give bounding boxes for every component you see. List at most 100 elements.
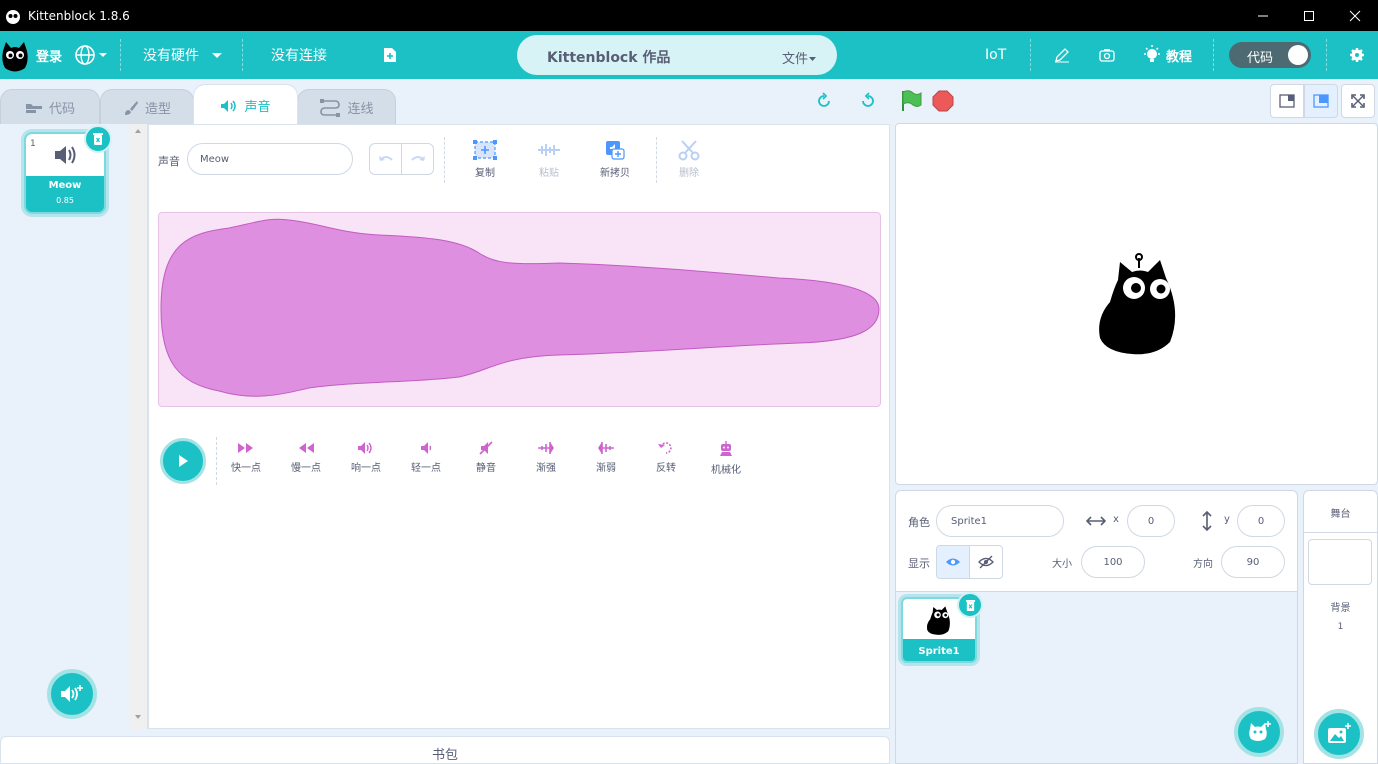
minimize-button[interactable] [1240,0,1286,31]
minimize-icon [1258,15,1268,16]
eye-off-icon [978,555,994,569]
eye-icon [946,558,960,566]
tutorial-label: 教程 [1166,49,1193,65]
effect-reverse-label: 反转 [656,463,676,474]
scroll-up-icon [135,129,141,133]
login-link[interactable]: 登录 [36,31,62,79]
y-input[interactable]: 0 [1237,505,1285,537]
screenshot-button[interactable] [1099,31,1115,79]
paste-tool[interactable]: 粘贴 [531,139,567,179]
code-icon [25,103,42,113]
copy-tool[interactable]: 复制 [467,139,503,179]
new-copy-tool[interactable]: 新拷贝 [595,139,635,179]
effect-faster[interactable]: 快一点 [221,441,271,474]
menu-bar: 登录 没有硬件 没有连接 Kittenblock 作品 文件 IoT 教程 代码 [0,31,1378,79]
backdrop-thumbnail[interactable] [1308,539,1372,585]
delete-tool[interactable]: 删除 [671,139,707,179]
fullscreen-icon [1351,94,1365,108]
maximize-icon [1304,10,1314,21]
tab-code[interactable]: 代码 [0,89,100,125]
stage-selector-panel[interactable]: 舞台 背景 1 [1303,490,1378,764]
camera-icon [1099,49,1115,62]
close-icon [1349,10,1361,21]
effect-softer[interactable]: 轻一点 [401,441,451,474]
fade-in-icon [538,442,554,454]
effect-fade-out[interactable]: 渐弱 [581,441,631,474]
effect-reverse[interactable]: 反转 [641,441,691,474]
waveform-area[interactable] [158,212,881,407]
redo-button[interactable] [401,143,434,175]
sound-name-input[interactable]: Meow [187,143,353,175]
large-stage-button[interactable] [1304,84,1338,118]
tab-costume[interactable]: 造型 [100,89,194,125]
undo-button[interactable] [369,143,402,175]
delete-sound-button[interactable] [84,125,112,153]
size-label: 大小 [1052,559,1072,570]
size-input[interactable]: 100 [1081,546,1145,578]
y-label: y [1224,514,1230,525]
new-copy-icon [606,141,625,160]
direction-input[interactable]: 90 [1221,546,1285,578]
brush-icon [124,100,138,115]
stop-icon[interactable] [932,90,954,112]
sprite-name-input[interactable]: Sprite1 [936,505,1064,537]
caret-down-icon [212,53,222,58]
tab-sound[interactable]: 声音 [193,84,298,126]
green-flag-icon[interactable] [899,89,923,113]
backpack-bar[interactable]: 书包 [0,736,890,764]
scissors-icon [678,140,700,161]
settings-button[interactable] [1350,31,1364,79]
effect-slower[interactable]: 慢一点 [281,441,331,474]
project-title-box[interactable]: Kittenblock 作品 文件 [517,35,837,75]
iot-menu[interactable]: IoT [985,31,1006,79]
sound-name-value: Meow [200,153,230,165]
wire-icon [320,98,341,117]
softer-icon [421,442,432,454]
reload-icon[interactable] [859,92,877,110]
add-sprite-icon [1249,721,1271,741]
sound-list-scrollbar[interactable] [130,124,147,729]
effect-louder[interactable]: 响一点 [341,441,391,474]
effect-mute[interactable]: 静音 [461,441,511,474]
x-input[interactable]: 0 [1127,505,1175,537]
show-visible-button[interactable] [936,545,970,579]
add-backdrop-button[interactable] [1314,709,1364,759]
language-menu[interactable] [74,31,108,79]
file-menu[interactable]: 文件 [782,48,817,67]
close-button[interactable] [1332,0,1378,31]
stage-canvas[interactable] [895,123,1378,485]
tab-wiring[interactable]: 连线 [297,89,396,125]
maximize-button[interactable] [1286,0,1332,31]
effect-faster-label: 快一点 [231,463,261,474]
sound-item-name: Meow [48,180,82,191]
connection-menu[interactable]: 没有连接 [271,31,327,79]
sound-item-duration: 0.85 [56,196,74,205]
hardware-menu[interactable]: 没有硬件 [143,31,223,79]
play-button[interactable] [160,438,206,484]
code-toggle[interactable]: 代码 [1229,42,1311,68]
refresh-icon[interactable] [815,92,833,110]
sprite-info-panel: 角色 Sprite1 x 0 y 0 显示 大小 100 方向 90 [895,490,1298,592]
app-logo-icon [6,9,20,24]
delete-sprite-button[interactable] [957,592,983,618]
fullscreen-button[interactable] [1341,84,1375,118]
globe-icon [75,45,95,65]
effect-robot[interactable]: 机械化 [701,441,751,476]
add-sound-button[interactable] [47,669,97,719]
show-hidden-button[interactable] [969,545,1003,579]
new-copy-label: 新拷贝 [600,168,630,179]
undo-icon [378,156,393,161]
sprite-list-panel: Sprite1 [895,592,1298,764]
effect-louder-label: 响一点 [351,463,381,474]
tutorial-button[interactable]: 教程 [1143,31,1192,79]
save-file-button[interactable] [383,31,397,79]
show-label: 显示 [908,557,930,570]
effect-fade-in[interactable]: 渐强 [521,441,571,474]
trash-icon [965,599,975,611]
add-sprite-button[interactable] [1234,707,1284,757]
sprite-label: 角色 [908,516,930,529]
x-value: 0 [1147,515,1155,527]
edit-button[interactable] [1054,31,1070,79]
small-stage-button[interactable] [1270,84,1304,118]
add-backdrop-icon [1328,723,1351,743]
